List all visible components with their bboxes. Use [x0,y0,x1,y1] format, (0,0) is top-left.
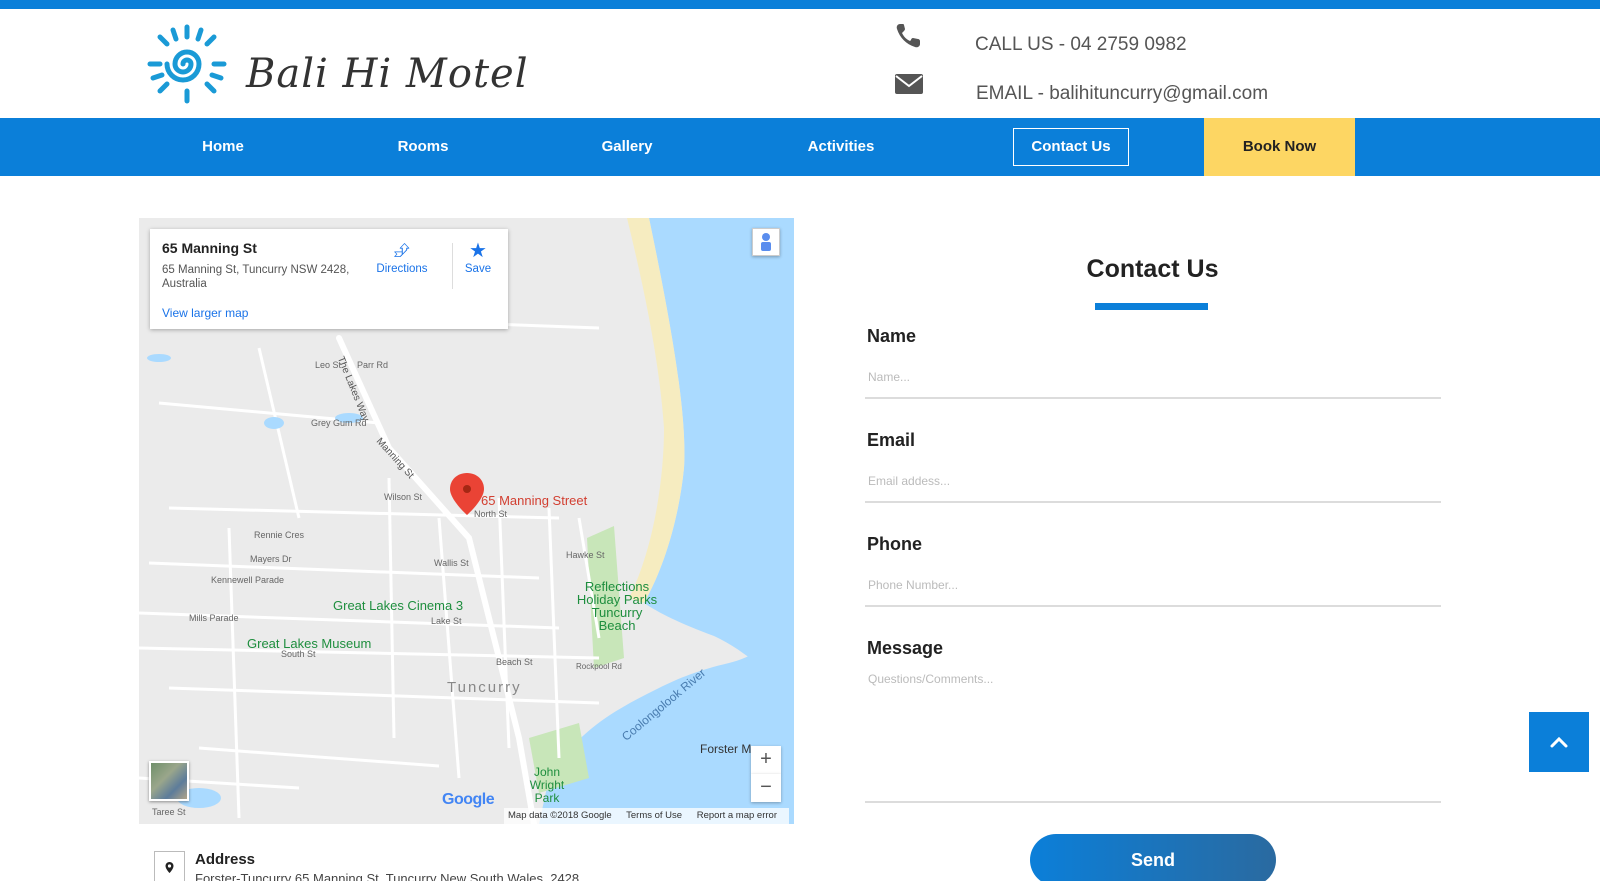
nav-activities[interactable]: Activities [786,118,896,176]
logo-text: Bali Hi Motel [246,51,529,97]
email-text[interactable]: EMAIL - balihituncurry@gmail.com [976,83,1268,105]
nav-rooms[interactable]: Rooms [373,118,473,176]
map-street-parr: Parr Rd [357,360,389,370]
map-street-rockpool: Rockpool Rd [576,662,622,671]
map-street-kennewell: Kennewell Parade [211,575,285,585]
nav-home[interactable]: Home [173,118,273,176]
save-button[interactable]: ★ Save [448,239,508,275]
address-label: Address [195,851,256,868]
terms-of-use-link[interactable]: Terms of Use [626,810,682,821]
map-street-hawke: Hawke St [566,550,605,560]
street-view-pegman-icon[interactable] [752,228,780,256]
zoom-out-button[interactable]: − [751,774,781,802]
main-nav: Home Rooms Gallery Activities Contact Us… [0,118,1600,176]
contact-form-title: Contact Us [1086,255,1219,283]
nav-gallery[interactable]: Gallery [577,118,677,176]
map-street-north: North St [474,509,508,519]
message-label: Message [867,638,944,658]
nav-book-now[interactable]: Book Now [1204,118,1355,176]
map-marker-icon [165,862,174,873]
map-place-john-wright-park[interactable]: John Wright Park [516,766,578,805]
directions-icon: ⮵ [394,240,410,262]
directions-label: Directions [376,263,428,275]
map-street-grey-gum: Grey Gum Rd [311,418,367,428]
view-larger-map-link[interactable]: View larger map [162,306,248,320]
site-header: Bali Hi Motel CALL US - 04 2759 0982 EMA… [0,9,1600,118]
map-street-mills: Mills Parade [189,613,239,623]
title-underline [1095,303,1208,310]
map-street-leo: Leo St [315,360,342,370]
site-logo[interactable]: Bali Hi Motel [146,23,546,113]
map-place-cinema[interactable]: Great Lakes Cinema 3 [333,598,463,613]
map-info-card: 65 Manning St 65 Manning St, Tuncurry NS… [150,229,508,329]
map-street-wilson: Wilson St [384,492,423,502]
map-street-lake: Lake St [431,616,462,626]
map-street-taree: Taree St [152,807,186,817]
map-street-beach: Beach St [496,657,533,667]
star-icon: ★ [469,240,487,262]
embedded-map[interactable]: 65 Manning Street Great Lakes Cinema 3 G… [139,218,794,824]
map-pin-label[interactable]: 65 Manning Street [481,493,587,508]
map-place-reflections[interactable]: Reflections Holiday Parks Tuncurry Beach [572,580,662,632]
phone-label: Phone [867,534,923,554]
map-street-mayers: Mayers Dr [250,554,292,564]
scroll-to-top-button[interactable] [1529,712,1589,772]
map-place-tuncurry: Tuncurry [447,679,522,696]
person-icon [761,233,771,251]
name-label: Name [867,326,917,346]
top-accent-strip [0,0,1600,9]
send-button[interactable]: Send [1030,834,1276,881]
email-input[interactable] [865,460,1441,503]
satellite-toggle-thumbnail[interactable] [149,761,189,801]
map-place-forster: Forster M [700,742,752,756]
map-street-south: South St [281,649,316,659]
phone-icon [896,24,920,48]
map-street-wallis: Wallis St [434,558,469,568]
sun-logo-icon [147,24,227,104]
report-map-error-link[interactable]: Report a map error [697,810,777,821]
address-text: Forster-Tuncurry 65 Manning St, Tuncurry… [195,871,580,881]
directions-button[interactable]: ⮵ Directions [372,239,432,275]
map-card-title: 65 Manning St [162,240,257,256]
google-logo: Google [442,791,495,809]
save-label: Save [464,263,492,275]
zoom-in-button[interactable]: + [751,746,781,774]
message-textarea[interactable] [865,670,1441,803]
name-input[interactable] [865,356,1441,399]
chevron-up-icon [1550,736,1568,748]
address-icon-box [154,851,185,881]
map-footer: Map data ©2018 Google Terms of Use Repor… [504,808,789,824]
envelope-icon [895,74,923,94]
nav-contact-us[interactable]: Contact Us [1013,128,1129,166]
phone-text[interactable]: CALL US - 04 2759 0982 [975,34,1187,56]
map-street-rennie: Rennie Cres [254,530,305,540]
map-card-address: 65 Manning St, Tuncurry NSW 2428, Austra… [162,264,350,290]
map-data-credit: Map data ©2018 Google [508,810,612,821]
google-logo-text: Google [442,791,495,808]
phone-input[interactable] [865,564,1441,607]
email-label: Email [867,430,916,450]
